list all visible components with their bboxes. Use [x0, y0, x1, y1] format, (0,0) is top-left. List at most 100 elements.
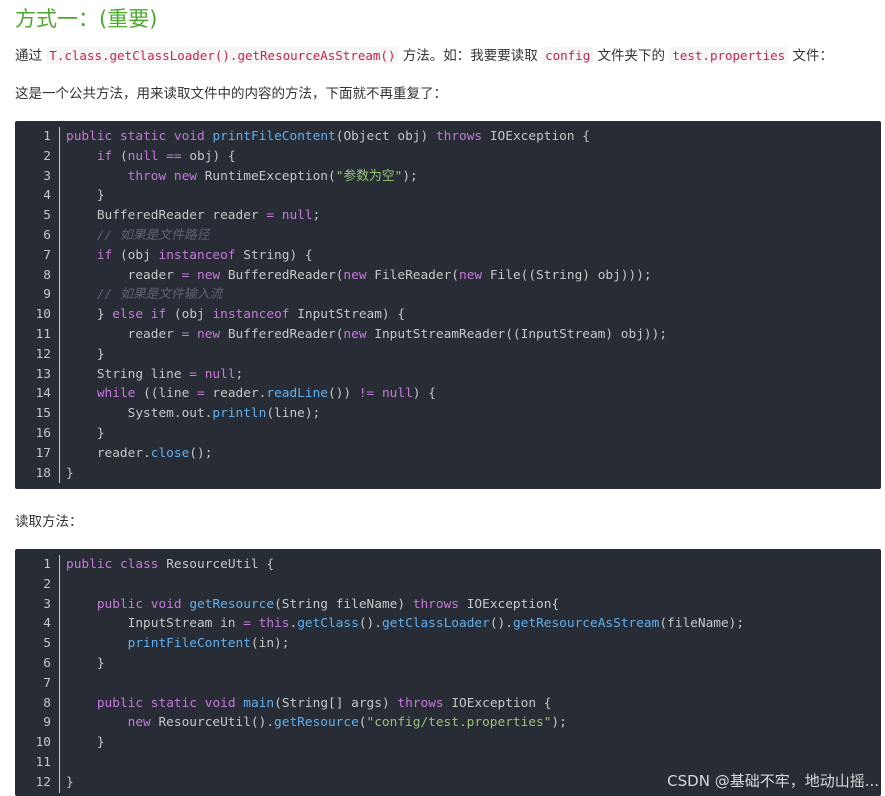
- line-number: 2: [15, 574, 60, 595]
- code-token: InputStreamReader((InputStream) obj));: [366, 326, 668, 342]
- code-token: void: [204, 695, 236, 711]
- line-number: 7: [15, 673, 60, 694]
- line-number: 1: [15, 127, 60, 147]
- line-code: reader = new BufferedReader(new FileRead…: [60, 266, 652, 286]
- line-number: 9: [15, 713, 60, 734]
- intro-paragraph: 通过 T.class.getClassLoader().getResourceA…: [15, 46, 833, 66]
- code-line: 9 new ResourceUtil().getResource("config…: [15, 713, 881, 734]
- code-token: }: [66, 774, 74, 790]
- line-number: 8: [15, 265, 60, 286]
- code-token: }: [66, 655, 105, 671]
- code-line: 3 throw new RuntimeException("参数为空");: [15, 166, 881, 187]
- code-token: }: [66, 425, 105, 441]
- code-token: ((line: [135, 386, 197, 402]
- code-line: 15 System.out.println(line);: [15, 404, 881, 424]
- code-token: RuntimeException(: [197, 168, 336, 184]
- code-token: reader.: [204, 386, 267, 402]
- line-code: }: [60, 464, 74, 484]
- code-token: ;: [235, 366, 244, 382]
- line-number: 16: [15, 423, 60, 444]
- code-token: public: [66, 129, 113, 144]
- code-token: getResource: [189, 596, 275, 612]
- code-token: =: [189, 366, 197, 382]
- code-token: instanceof: [212, 307, 290, 323]
- line-number: 3: [15, 594, 60, 615]
- code-token: reader.: [66, 445, 151, 461]
- line-code: }: [60, 654, 105, 674]
- code-token: ;: [312, 208, 321, 224]
- line-code: }: [60, 186, 105, 206]
- code-token: (in);: [250, 636, 290, 652]
- code-token: null: [381, 386, 413, 402]
- code-line: 5 BufferedReader reader = null;: [15, 206, 881, 226]
- code-token: ();: [189, 445, 213, 461]
- code-token: printFileContent: [127, 636, 251, 652]
- code-token: if: [96, 247, 113, 263]
- code-token: }: [66, 735, 105, 751]
- line-number: 4: [15, 614, 60, 635]
- code-token: ().: [358, 616, 382, 632]
- code-line: 7: [15, 673, 881, 694]
- code-token: // 如果是文件路径: [96, 227, 210, 243]
- code-token: ==: [166, 148, 182, 164]
- line-code: public class ResourceUtil {: [60, 555, 274, 575]
- code-token: new: [197, 326, 221, 342]
- code-line: 10 } else if (obj instanceof InputStream…: [15, 305, 881, 325]
- line-number: 14: [15, 384, 60, 405]
- line-number: 2: [15, 146, 60, 167]
- code-token: =: [197, 386, 205, 402]
- line-code: // 如果是文件输入流: [60, 285, 223, 305]
- code-line: 17 reader.close();: [15, 443, 881, 464]
- code-line: 2: [15, 574, 881, 595]
- code-token: );: [402, 168, 418, 184]
- code-token: else: [112, 307, 144, 323]
- code-token: throws: [397, 695, 444, 711]
- code-token: instanceof: [158, 247, 236, 263]
- inline-code-file: test.properties: [669, 47, 789, 64]
- line-code: }: [60, 773, 74, 793]
- intro-text-2: 方法。如：我要要读取: [398, 48, 543, 64]
- code-token: if: [150, 307, 167, 323]
- code-token: IOException {: [443, 695, 552, 711]
- code-token: =: [266, 208, 275, 224]
- inline-code-folder: config: [542, 47, 594, 64]
- line-code: printFileContent(in);: [60, 634, 290, 654]
- line-number: 11: [15, 752, 60, 773]
- code-token: void: [150, 596, 182, 612]
- code-token: (: [358, 715, 367, 731]
- line-code: if (obj instanceof String) {: [60, 246, 313, 266]
- code-token: ()): [328, 386, 359, 402]
- code-line: 1 public class ResourceUtil {: [15, 555, 881, 575]
- code-token: new: [173, 168, 198, 184]
- code-token: getClass: [297, 616, 359, 632]
- line-number: 10: [15, 305, 60, 325]
- intro-text-3: 文件夹下的: [593, 48, 670, 64]
- code-token: =: [243, 616, 251, 632]
- code-token: throws: [412, 596, 459, 612]
- line-number: 18: [15, 463, 60, 484]
- code-token: (obj: [166, 307, 213, 323]
- code-token: obj) {: [181, 148, 236, 164]
- code-token: ().: [489, 616, 513, 632]
- code-lines: 1 public class ResourceUtil {2 3 public vo…: [15, 555, 881, 793]
- code-token: null: [127, 148, 159, 164]
- code-token: File((String) obj)));: [482, 267, 652, 283]
- code-token: public: [66, 557, 113, 572]
- line-code: } else if (obj instanceof InputStream) {: [60, 305, 405, 325]
- code-token: getClassLoader: [381, 616, 490, 632]
